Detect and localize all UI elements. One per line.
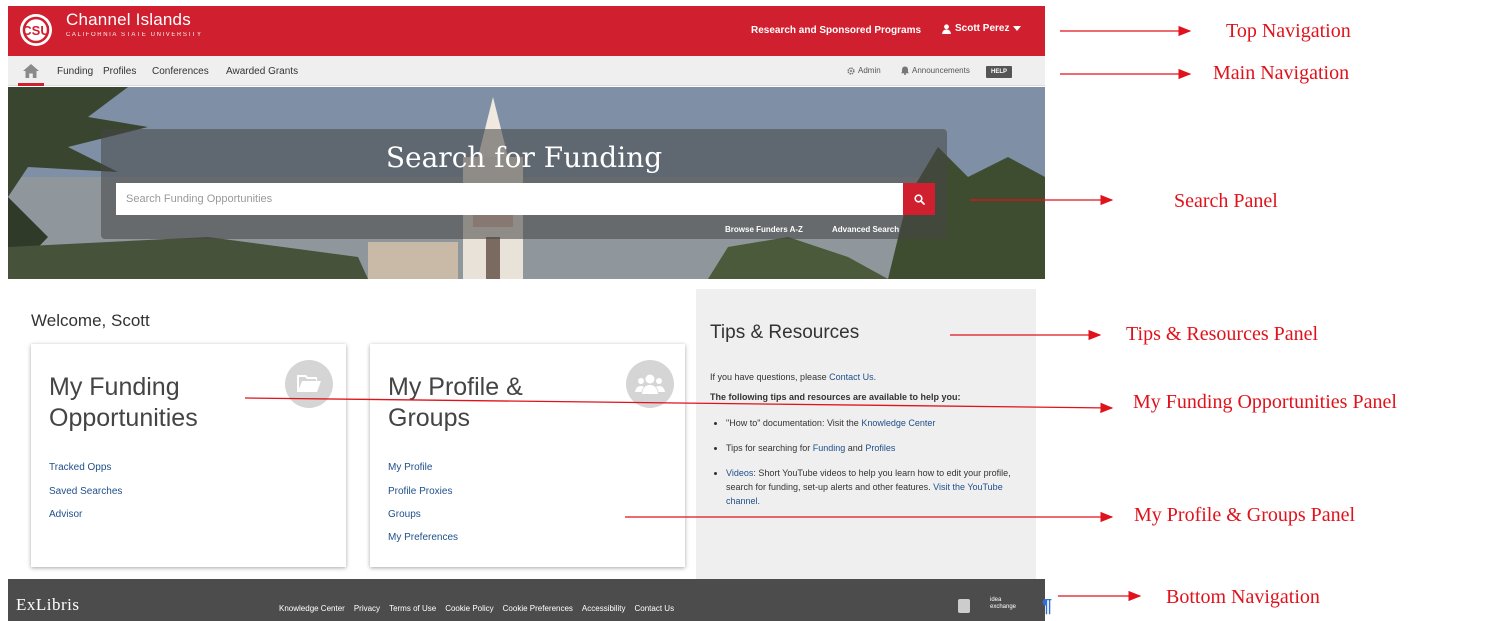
annotation-profile-panel: My Profile & Groups Panel xyxy=(1134,504,1356,526)
annotation-search-panel: Search Panel xyxy=(1174,190,1278,212)
arrow-funding-panel xyxy=(244,397,1114,414)
annotation-funding-panel: My Funding Opportunities Panel xyxy=(1133,391,1397,413)
annotation-bottom-navigation: Bottom Navigation xyxy=(1166,586,1320,608)
annotation-arrows xyxy=(244,25,1192,602)
annotation-main-navigation: Main Navigation xyxy=(1213,62,1350,84)
annotation-top-navigation: Top Navigation xyxy=(1226,20,1351,42)
annotation-tips-panel: Tips & Resources Panel xyxy=(1126,323,1319,345)
